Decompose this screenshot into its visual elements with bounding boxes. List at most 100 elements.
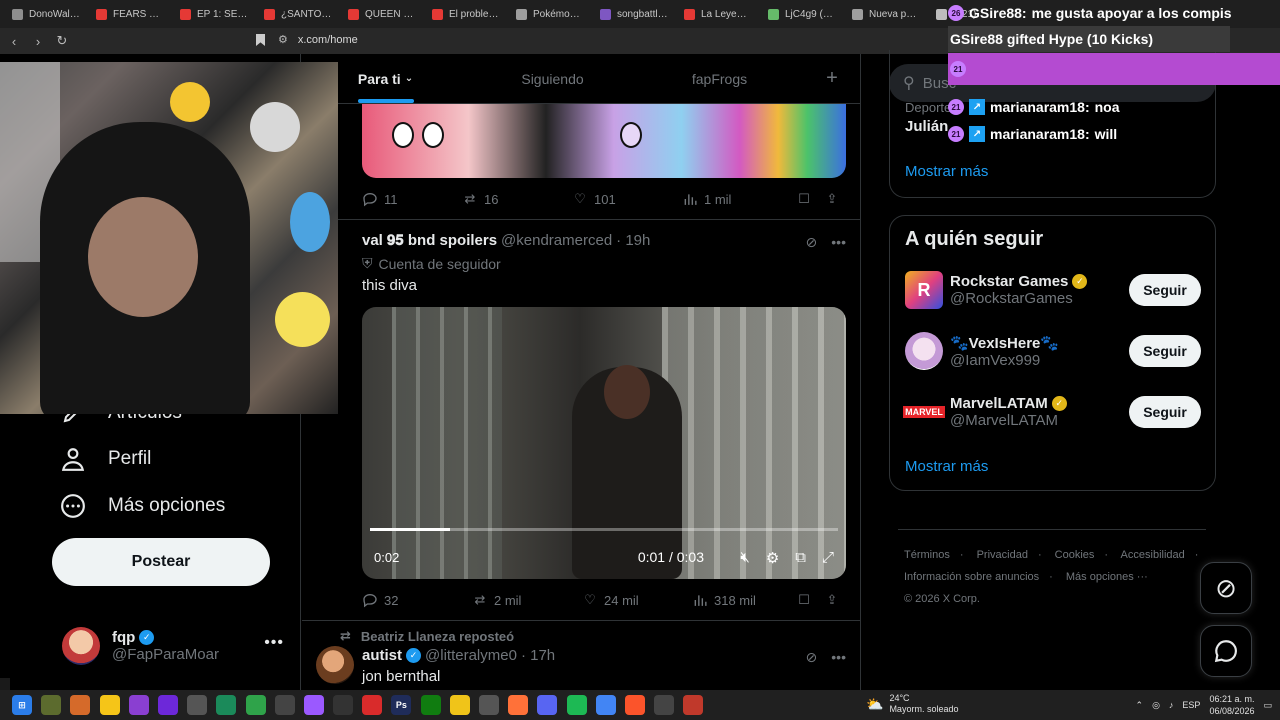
more-dots-icon[interactable]: ••• xyxy=(264,634,284,652)
browser-tab[interactable]: FEARS TO FA xyxy=(88,3,172,25)
more-dots-icon[interactable]: ••• xyxy=(831,234,846,251)
bookmark-icon[interactable] xyxy=(256,34,265,46)
bookmark-button[interactable]: ☐ xyxy=(796,191,824,207)
repost-button[interactable]: ⇄ 16 xyxy=(462,191,572,207)
app-icon[interactable] xyxy=(303,695,324,715)
tweet-time[interactable]: · 19h xyxy=(616,232,650,249)
volume-icon[interactable]: ♪ xyxy=(1169,700,1174,710)
trend-name[interactable]: Julián xyxy=(905,118,948,135)
browser-tab[interactable]: Pokémon Qu xyxy=(508,3,592,25)
settings-gear-icon[interactable]: ⚙ xyxy=(766,549,779,567)
tweet-image[interactable] xyxy=(362,104,846,178)
brave-icon[interactable] xyxy=(624,695,645,715)
views-button[interactable]: 318 mil xyxy=(692,592,796,608)
account-switcher[interactable]: fqp ✓ @FapParaMoar ••• xyxy=(62,624,290,668)
messages-button[interactable] xyxy=(1200,625,1252,677)
footer-link[interactable]: Cookies xyxy=(1055,549,1095,561)
video-progress-bar[interactable] xyxy=(370,528,838,531)
pip-icon[interactable]: ⧉ xyxy=(795,549,806,567)
tweet-time[interactable]: · 17h xyxy=(521,647,555,664)
browser-tab[interactable]: Nueva pesta xyxy=(844,3,928,25)
follow-suggestion[interactable]: R Rockstar Games ✓ @RockstarGames Seguir xyxy=(905,268,1201,312)
repost-button[interactable]: ⇄ 2 mil xyxy=(472,592,582,608)
browser-tab[interactable]: songbattle.io xyxy=(592,3,676,25)
tweet-author-handle[interactable]: @kendramerced xyxy=(501,232,612,249)
browser-tab[interactable]: QUEEN - FRI xyxy=(340,3,424,25)
language-indicator[interactable]: ESP xyxy=(1182,700,1200,710)
like-button[interactable]: ♡ 24 mil xyxy=(582,592,692,608)
tweet-author-name[interactable]: val 𝟗𝟓 bnd spoilers xyxy=(362,232,497,249)
tweet-video[interactable]: 0:02 0:01 / 0:03 🔇︎ ⚙ ⧉ ⤢ xyxy=(362,307,846,579)
views-button[interactable]: 1 mil xyxy=(682,191,796,207)
browser-tab[interactable]: LjC4g9 (182 xyxy=(760,3,844,25)
photoshop-icon[interactable]: Ps xyxy=(391,695,412,715)
chrome-icon[interactable] xyxy=(595,695,616,715)
steam-icon[interactable] xyxy=(479,695,499,715)
mute-icon[interactable]: 🔇︎ xyxy=(740,549,749,567)
reply-button[interactable]: 32 xyxy=(362,592,472,608)
discord-icon[interactable] xyxy=(537,695,558,715)
app-icon[interactable] xyxy=(157,695,178,715)
follow-suggestion[interactable]: MARVEL MarvelLATAM ✓ @MarvelLATAM Seguir xyxy=(903,390,1201,434)
share-button[interactable]: ⇪ xyxy=(824,592,840,608)
chevron-up-icon[interactable]: ⌃ xyxy=(1136,700,1144,711)
show-more-link[interactable]: Mostrar más xyxy=(905,458,988,475)
app-icon[interactable] xyxy=(654,695,675,715)
browser-tab[interactable]: El problema xyxy=(424,3,508,25)
firefox-icon[interactable] xyxy=(508,695,529,715)
share-button[interactable]: ⇪ xyxy=(824,191,840,207)
xbox-icon[interactable] xyxy=(420,695,441,715)
footer-link[interactable]: Información sobre anuncios xyxy=(904,571,1039,583)
post-button[interactable]: Postear xyxy=(52,538,270,586)
app-icon[interactable] xyxy=(683,695,704,715)
reply-button[interactable]: 11 xyxy=(362,191,462,207)
clock[interactable]: 06:21 a. m. 06/08/2026 xyxy=(1209,693,1254,717)
nav-item-more[interactable]: Más opciones xyxy=(60,493,225,519)
grok-button[interactable]: ⊘ xyxy=(1200,562,1252,614)
follow-button[interactable]: Seguir xyxy=(1129,396,1201,428)
weather-widget[interactable]: ⛅ 24°C Mayorm. soleado xyxy=(866,693,958,715)
app-icon[interactable] xyxy=(128,695,149,715)
tab-fapfrogs[interactable]: fapFrogs xyxy=(636,54,803,103)
app-icon[interactable] xyxy=(41,695,62,715)
back-icon[interactable]: ‹ xyxy=(4,31,24,51)
like-button[interactable]: ♡ 101 xyxy=(572,191,682,207)
grok-icon[interactable]: ⊘ xyxy=(806,234,818,251)
app-icon[interactable] xyxy=(70,695,91,715)
browser-tab[interactable]: La Leyenda d xyxy=(676,3,760,25)
browser-tab[interactable]: DonoWall — xyxy=(4,3,88,25)
app-icon[interactable] xyxy=(274,695,295,715)
follow-suggestion[interactable]: 🐾VexIsHere🐾 @IamVex999 Seguir xyxy=(905,329,1201,373)
footer-link[interactable]: Accesibilidad xyxy=(1121,549,1185,561)
grok-icon[interactable]: ⊘ xyxy=(806,649,818,666)
reload-icon[interactable]: ↻ xyxy=(52,31,72,51)
tweet-author-handle[interactable]: @litteralyme0 xyxy=(425,647,517,664)
follow-button[interactable]: Seguir xyxy=(1129,335,1201,367)
avatar[interactable] xyxy=(316,646,354,684)
app-icon[interactable] xyxy=(362,695,383,715)
footer-link[interactable]: Más opciones ··· xyxy=(1066,571,1148,583)
browser-tab[interactable]: EP 1: SELECC xyxy=(172,3,256,25)
tweet-author-name[interactable]: autist xyxy=(362,647,402,664)
url-field[interactable]: ⚙ x.com/home xyxy=(278,33,358,47)
footer-link[interactable]: Términos xyxy=(904,549,950,561)
forward-icon[interactable]: › xyxy=(28,31,48,51)
add-tab-icon[interactable]: + xyxy=(803,54,860,103)
app-icon[interactable] xyxy=(245,695,266,715)
spotify-icon[interactable] xyxy=(566,695,587,715)
notification-icon[interactable]: ▭ xyxy=(1263,700,1272,711)
footer-link[interactable]: Privacidad xyxy=(977,549,1028,561)
network-icon[interactable]: ◎ xyxy=(1152,700,1160,711)
folder-icon[interactable] xyxy=(99,695,120,715)
tab-following[interactable]: Siguiendo xyxy=(469,54,636,103)
app-icon[interactable] xyxy=(333,695,354,715)
more-dots-icon[interactable]: ••• xyxy=(831,649,846,666)
app-icon[interactable] xyxy=(187,695,208,715)
bookmark-button[interactable]: ☐ xyxy=(796,592,824,608)
nav-item-profile[interactable]: Perfil xyxy=(60,446,151,472)
explorer-icon[interactable] xyxy=(449,695,470,715)
browser-tab[interactable]: ¿SANTOS BR xyxy=(256,3,340,25)
follow-button[interactable]: Seguir xyxy=(1129,274,1201,306)
fullscreen-icon[interactable]: ⤢ xyxy=(822,549,834,567)
windows-start-icon[interactable]: ⊞ xyxy=(12,695,32,715)
